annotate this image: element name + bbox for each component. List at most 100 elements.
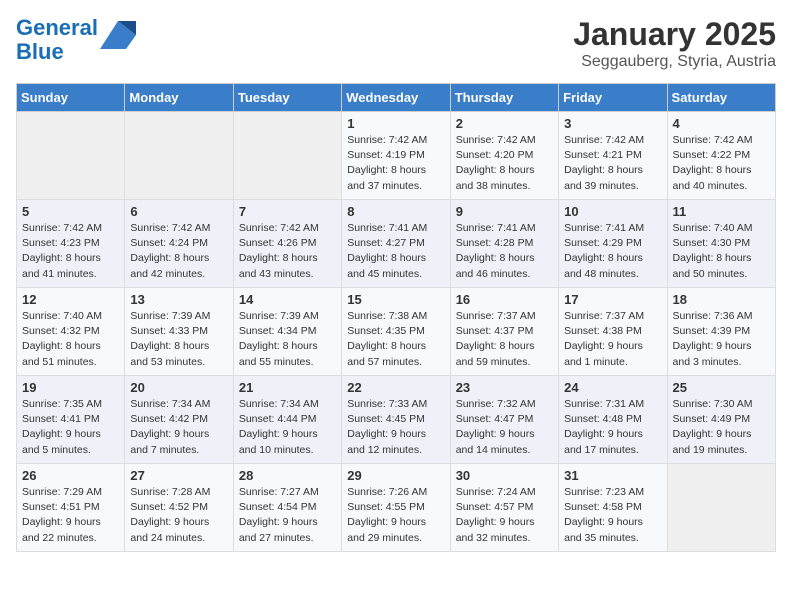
day-number: 21 [239,380,336,395]
day-number: 20 [130,380,227,395]
day-number: 3 [564,116,661,131]
day-info: Sunrise: 7:40 AM Sunset: 4:32 PM Dayligh… [22,309,119,370]
day-info: Sunrise: 7:40 AM Sunset: 4:30 PM Dayligh… [673,221,770,282]
calendar-cell: 1 Sunrise: 7:42 AM Sunset: 4:19 PM Daylig… [342,112,450,200]
day-number: 27 [130,468,227,483]
day-number: 18 [673,292,770,307]
calendar-day-header: Friday [559,84,667,112]
day-info: Sunrise: 7:41 AM Sunset: 4:28 PM Dayligh… [456,221,553,282]
day-info: Sunrise: 7:28 AM Sunset: 4:52 PM Dayligh… [130,485,227,546]
day-number: 29 [347,468,444,483]
day-number: 4 [673,116,770,131]
calendar-cell: 8 Sunrise: 7:41 AM Sunset: 4:27 PM Daylig… [342,200,450,288]
calendar-day-header: Saturday [667,84,775,112]
day-info: Sunrise: 7:36 AM Sunset: 4:39 PM Dayligh… [673,309,770,370]
day-number: 28 [239,468,336,483]
calendar-cell [667,464,775,552]
calendar-cell: 22 Sunrise: 7:33 AM Sunset: 4:45 PM Dayli… [342,376,450,464]
calendar-cell: 12 Sunrise: 7:40 AM Sunset: 4:32 PM Dayli… [17,288,125,376]
day-info: Sunrise: 7:34 AM Sunset: 4:42 PM Dayligh… [130,397,227,458]
calendar-week-row: 1 Sunrise: 7:42 AM Sunset: 4:19 PM Daylig… [17,112,776,200]
calendar-cell [17,112,125,200]
day-number: 6 [130,204,227,219]
day-number: 12 [22,292,119,307]
calendar-day-header: Tuesday [233,84,341,112]
logo-text: General Blue [16,16,98,64]
day-number: 26 [22,468,119,483]
calendar-cell: 17 Sunrise: 7:37 AM Sunset: 4:38 PM Dayli… [559,288,667,376]
day-number: 17 [564,292,661,307]
day-number: 5 [22,204,119,219]
day-info: Sunrise: 7:29 AM Sunset: 4:51 PM Dayligh… [22,485,119,546]
calendar-cell: 3 Sunrise: 7:42 AM Sunset: 4:21 PM Daylig… [559,112,667,200]
day-info: Sunrise: 7:33 AM Sunset: 4:45 PM Dayligh… [347,397,444,458]
calendar-cell: 28 Sunrise: 7:27 AM Sunset: 4:54 PM Dayli… [233,464,341,552]
day-info: Sunrise: 7:38 AM Sunset: 4:35 PM Dayligh… [347,309,444,370]
calendar-cell: 25Sunrise: 7:30 AM Sunset: 4:49 PM Dayli… [667,376,775,464]
calendar-cell: 18 Sunrise: 7:36 AM Sunset: 4:39 PM Dayli… [667,288,775,376]
calendar-cell: 26 Sunrise: 7:29 AM Sunset: 4:51 PM Dayli… [17,464,125,552]
calendar-cell: 5 Sunrise: 7:42 AM Sunset: 4:23 PM Daylig… [17,200,125,288]
calendar-week-row: 5 Sunrise: 7:42 AM Sunset: 4:23 PM Daylig… [17,200,776,288]
day-info: Sunrise: 7:42 AM Sunset: 4:21 PM Dayligh… [564,133,661,194]
day-info: Sunrise: 7:42 AM Sunset: 4:22 PM Dayligh… [673,133,770,194]
day-info: Sunrise: 7:32 AM Sunset: 4:47 PM Dayligh… [456,397,553,458]
day-number: 2 [456,116,553,131]
calendar-cell: 23Sunrise: 7:32 AM Sunset: 4:47 PM Dayli… [450,376,558,464]
logo-icon [100,21,136,49]
day-number: 7 [239,204,336,219]
calendar-cell [233,112,341,200]
calendar-cell: 19 Sunrise: 7:35 AM Sunset: 4:41 PM Dayli… [17,376,125,464]
day-number: 22 [347,380,444,395]
day-info: Sunrise: 7:42 AM Sunset: 4:20 PM Dayligh… [456,133,553,194]
day-number: 14 [239,292,336,307]
day-number: 16 [456,292,553,307]
day-info: Sunrise: 7:37 AM Sunset: 4:37 PM Dayligh… [456,309,553,370]
calendar-cell: 29Sunrise: 7:26 AM Sunset: 4:55 PM Dayli… [342,464,450,552]
day-number: 8 [347,204,444,219]
day-info: Sunrise: 7:35 AM Sunset: 4:41 PM Dayligh… [22,397,119,458]
calendar-cell: 14 Sunrise: 7:39 AM Sunset: 4:34 PM Dayli… [233,288,341,376]
calendar-cell: 24 Sunrise: 7:31 AM Sunset: 4:48 PM Dayli… [559,376,667,464]
calendar-cell [125,112,233,200]
calendar-cell: 31Sunrise: 7:23 AM Sunset: 4:58 PM Dayli… [559,464,667,552]
calendar-day-header: Sunday [17,84,125,112]
day-info: Sunrise: 7:42 AM Sunset: 4:23 PM Dayligh… [22,221,119,282]
day-info: Sunrise: 7:41 AM Sunset: 4:29 PM Dayligh… [564,221,661,282]
title-block: January 2025 Seggauberg, Styria, Austria [573,16,776,71]
calendar-cell: 4 Sunrise: 7:42 AM Sunset: 4:22 PM Daylig… [667,112,775,200]
calendar-cell: 27 Sunrise: 7:28 AM Sunset: 4:52 PM Dayli… [125,464,233,552]
day-number: 30 [456,468,553,483]
calendar-cell: 6 Sunrise: 7:42 AM Sunset: 4:24 PM Daylig… [125,200,233,288]
calendar-day-header: Wednesday [342,84,450,112]
day-info: Sunrise: 7:42 AM Sunset: 4:24 PM Dayligh… [130,221,227,282]
day-info: Sunrise: 7:42 AM Sunset: 4:26 PM Dayligh… [239,221,336,282]
day-number: 11 [673,204,770,219]
day-info: Sunrise: 7:31 AM Sunset: 4:48 PM Dayligh… [564,397,661,458]
day-info: Sunrise: 7:42 AM Sunset: 4:19 PM Dayligh… [347,133,444,194]
day-number: 9 [456,204,553,219]
calendar-cell: 20 Sunrise: 7:34 AM Sunset: 4:42 PM Dayli… [125,376,233,464]
calendar-cell: 7 Sunrise: 7:42 AM Sunset: 4:26 PM Daylig… [233,200,341,288]
day-number: 13 [130,292,227,307]
calendar-cell: 21Sunrise: 7:34 AM Sunset: 4:44 PM Dayli… [233,376,341,464]
calendar-week-row: 26 Sunrise: 7:29 AM Sunset: 4:51 PM Dayli… [17,464,776,552]
calendar-cell: 9 Sunrise: 7:41 AM Sunset: 4:28 PM Daylig… [450,200,558,288]
day-number: 25 [673,380,770,395]
calendar-cell: 2 Sunrise: 7:42 AM Sunset: 4:20 PM Daylig… [450,112,558,200]
day-number: 10 [564,204,661,219]
day-info: Sunrise: 7:27 AM Sunset: 4:54 PM Dayligh… [239,485,336,546]
page-subtitle: Seggauberg, Styria, Austria [573,53,776,71]
day-info: Sunrise: 7:41 AM Sunset: 4:27 PM Dayligh… [347,221,444,282]
day-number: 15 [347,292,444,307]
day-number: 1 [347,116,444,131]
logo: General Blue [16,16,136,64]
day-number: 24 [564,380,661,395]
day-info: Sunrise: 7:37 AM Sunset: 4:38 PM Dayligh… [564,309,661,370]
day-number: 19 [22,380,119,395]
day-info: Sunrise: 7:39 AM Sunset: 4:34 PM Dayligh… [239,309,336,370]
calendar-cell: 16 Sunrise: 7:37 AM Sunset: 4:37 PM Dayli… [450,288,558,376]
day-info: Sunrise: 7:24 AM Sunset: 4:57 PM Dayligh… [456,485,553,546]
calendar-cell: 13Sunrise: 7:39 AM Sunset: 4:33 PM Dayli… [125,288,233,376]
calendar-day-header: Monday [125,84,233,112]
